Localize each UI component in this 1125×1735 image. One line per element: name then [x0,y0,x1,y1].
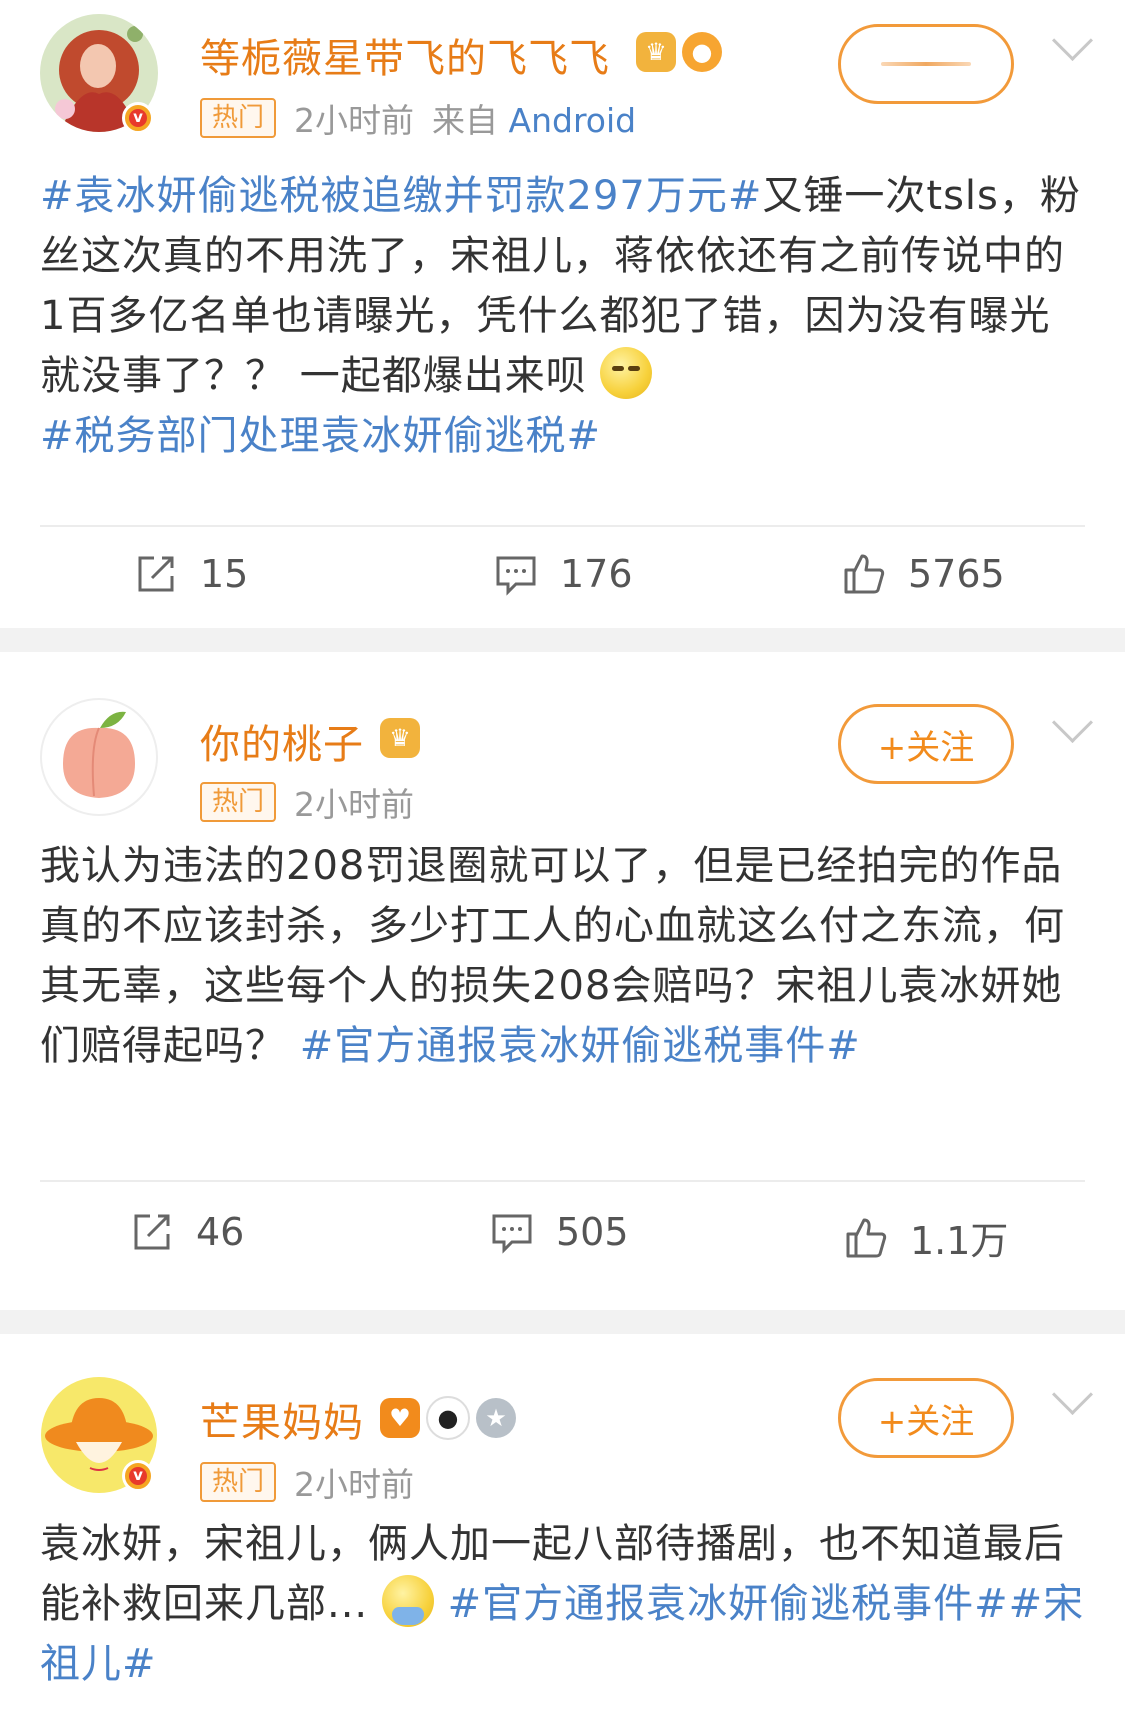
like-button[interactable]: 5765 [842,552,1005,596]
like-count: 5765 [908,552,1005,596]
username[interactable]: 等栀薇星带飞的飞飞飞 [200,26,610,84]
post-separator [0,628,1125,652]
hot-tag: 热门 [200,782,277,822]
crown-badge-icon: ♛ [636,32,676,72]
fish-badge-icon: ● [682,32,722,72]
post-source: 来自 Android [432,101,637,140]
post-meta: 热门 2小时前 [200,778,414,826]
avatar-image [40,698,158,816]
medal-badge-icon: ★ [476,1398,516,1438]
topic-link[interactable]: #官方通报袁冰妍偷逃税事件# [448,1581,1009,1627]
username[interactable]: 芒果妈妈 [200,1390,364,1448]
follow-button[interactable]: +关注 [838,1378,1014,1458]
panda-badge-icon: ● [426,1396,470,1440]
hot-tag: 热门 [200,98,277,138]
repost-button[interactable]: 46 [130,1210,244,1254]
chevron-down-icon[interactable] [1051,701,1094,744]
source-link[interactable]: Android [509,101,637,140]
like-icon [846,1218,887,1257]
crown-badge-icon: ♛ [380,718,420,758]
comment-count: 176 [560,552,633,596]
avatar[interactable] [40,698,158,816]
post-text: #袁冰妍偷逃税被追缴并罚款297万元#又锤一次tsls，粉丝这次真的不用洗了，宋… [40,166,1090,466]
post-3: v 芒果妈妈 ♥ ● ★ 热门 2小时前 +关注 袁冰妍，宋祖儿，俩人加一起八部… [0,1334,1125,1735]
comment-icon [492,1214,532,1254]
heart-badge-icon: ♥ [380,1398,420,1438]
comment-button[interactable]: 505 [490,1210,629,1254]
crying-emoji-icon [381,1575,434,1627]
topic-link[interactable]: #袁冰妍偷逃税被追缴并罚款297万元# [40,173,762,219]
user-badges: ♥ ● ★ [380,1396,516,1440]
post-time: 2小时前 [294,101,415,140]
divider [40,525,1085,527]
post-separator [0,1310,1125,1334]
topic-link[interactable]: #税务部门处理袁冰妍偷逃税# [40,413,601,459]
post-text-line1: 又锤一次 [762,173,927,219]
post-time: 2小时前 [294,785,415,824]
post-meta: 热门 2小时前 [200,1458,414,1506]
verified-badge: v [122,1460,154,1492]
repost-icon [134,1214,170,1250]
post-2: 你的桃子 ♛ 热门 2小时前 +关注 我认为违法的208罚退圈就可以了，但是已经… [0,652,1125,1310]
comment-button[interactable]: 176 [494,552,633,596]
user-badges: ♛ [380,718,420,758]
like-button[interactable]: 1.1万 [844,1210,1008,1265]
post-time: 2小时前 [294,1465,415,1504]
post-text: 我认为违法的208罚退圈就可以了，但是已经拍完的作品真的不应该封杀，多少打工人的… [40,836,1090,1076]
topic-link[interactable]: #官方通报袁冰妍偷逃税事件# [300,1023,861,1069]
divider [40,1180,1085,1182]
chevron-down-icon[interactable] [1051,1373,1094,1416]
chevron-down-icon[interactable] [1051,19,1094,62]
eye-roll-emoji-icon [600,347,653,399]
hot-tag: 热门 [200,1462,277,1502]
like-count: 1.1万 [910,1219,1009,1263]
follow-placeholder-bar [881,62,971,66]
comment-count: 505 [556,1210,629,1254]
follow-button[interactable]: +关注 [838,704,1014,784]
repost-button[interactable]: 15 [134,552,248,596]
like-icon [844,554,885,594]
comment-icon [496,556,536,596]
post-text: 袁冰妍，宋祖儿，俩人加一起八部待播剧，也不知道最后能补救回来几部... #官方通… [40,1514,1090,1694]
follow-button[interactable] [838,24,1014,104]
repost-icon [138,556,174,592]
user-badges: ♛ ● [636,32,722,72]
username[interactable]: 你的桃子 [200,712,364,770]
post-1: v 等栀薇星带飞的飞飞飞 ♛ ● 热门 2小时前 来自 Android #袁冰妍… [0,0,1125,628]
repost-count: 15 [200,552,249,596]
verified-badge: v [122,102,154,134]
repost-count: 46 [196,1210,245,1254]
post-meta: 热门 2小时前 来自 Android [200,94,636,142]
